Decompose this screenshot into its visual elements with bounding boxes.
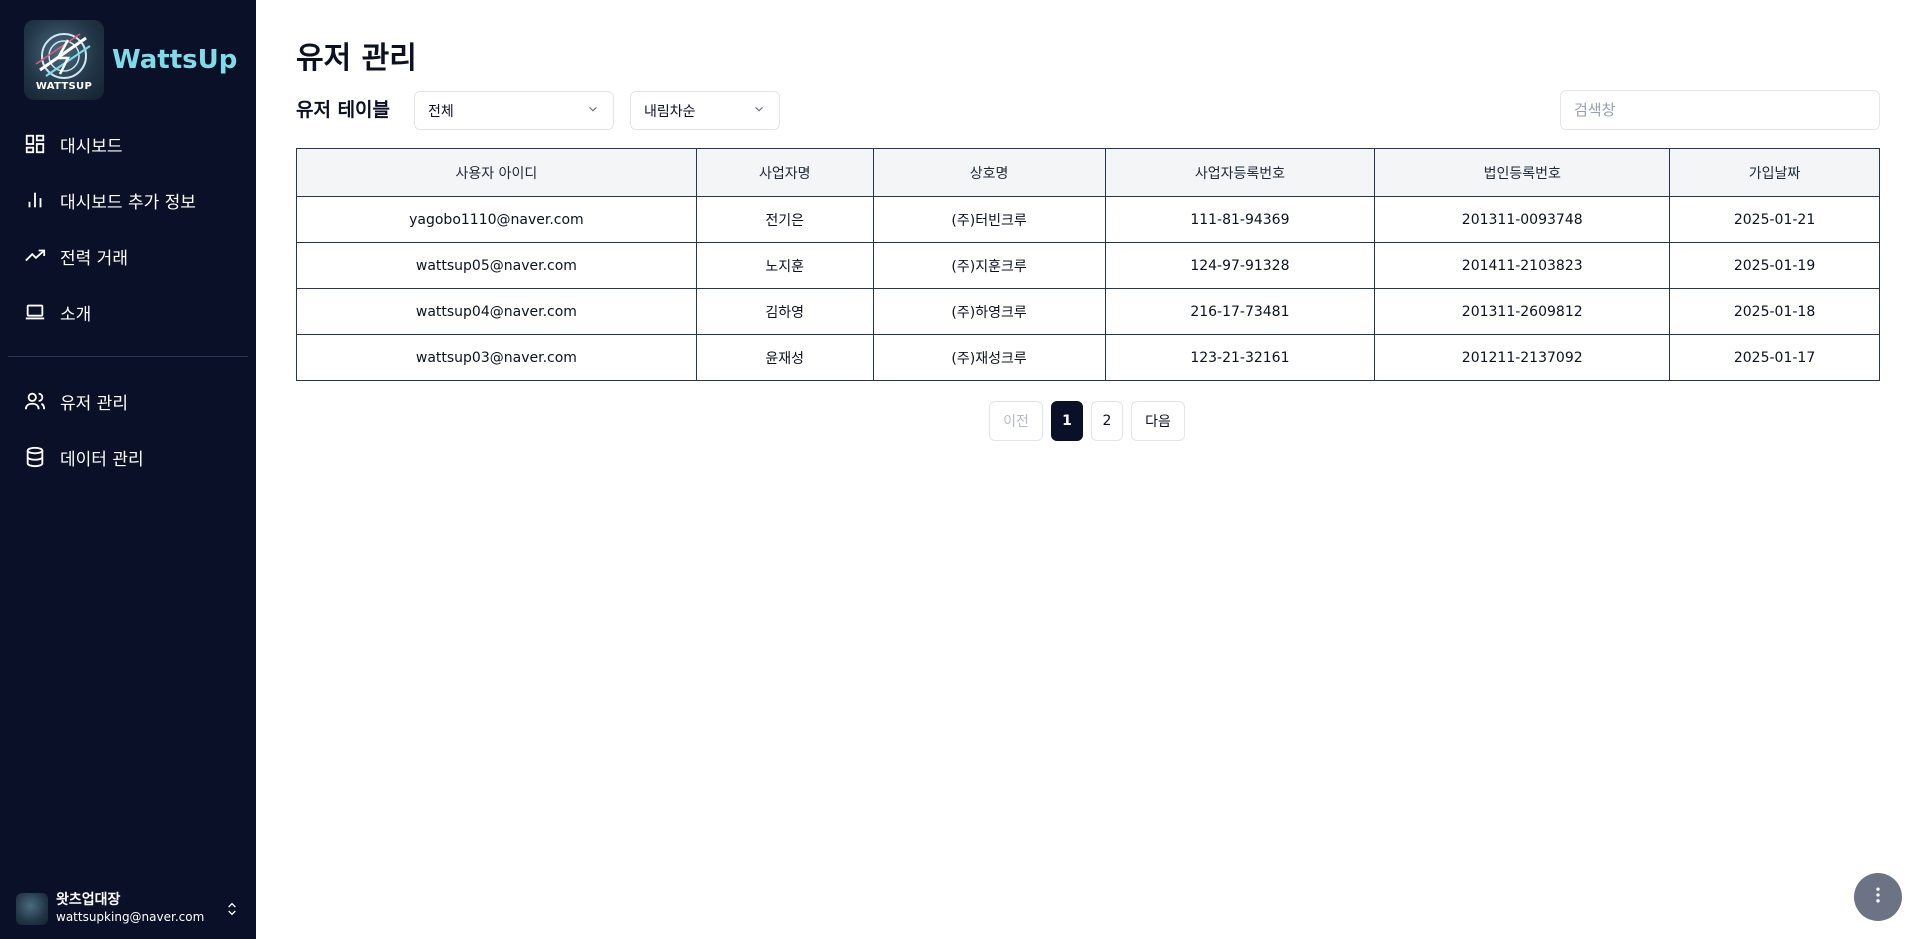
sidebar: WATTSUP WattsUp 대시보드 대시보드 추가 정보 전력 거래 소개…: [0, 0, 256, 939]
user-table: 사용자 아이디 사업자명 상호명 사업자등록번호 법인등록번호 가입날짜 yag…: [296, 148, 1880, 381]
laptop-icon: [24, 301, 46, 323]
cell-business-number: 124-97-91328: [1104, 242, 1376, 289]
logo-text: WATTSUP: [35, 81, 93, 92]
column-header[interactable]: 상호명: [872, 148, 1106, 197]
sidebar-item-about[interactable]: 소개: [24, 297, 91, 327]
cell-join-date: 2025-01-18: [1669, 288, 1880, 335]
user-name: 왓츠업대장: [56, 892, 121, 908]
database-icon: [24, 446, 46, 468]
chevron-down-icon: [586, 102, 600, 120]
table-title: 유저 테이블: [296, 99, 391, 121]
cell-user-id: wattsup05@naver.com: [296, 242, 697, 289]
sort-select-value: 내림차순: [644, 103, 696, 120]
dashboard-icon: [24, 133, 46, 155]
sidebar-item-user-management[interactable]: 유저 관리: [24, 386, 128, 416]
sidebar-divider: [8, 356, 248, 357]
filter-select[interactable]: 전체: [414, 91, 614, 130]
brand-logo: WATTSUP: [24, 20, 104, 100]
column-header[interactable]: 사용자 아이디: [296, 148, 697, 197]
table-row[interactable]: wattsup04@naver.com 김하영 (주)하영크루 216-17-7…: [296, 288, 1880, 335]
cell-join-date: 2025-01-17: [1669, 334, 1880, 381]
pagination: 이전 1 2 다음: [989, 401, 1193, 441]
page-title: 유저 관리: [296, 41, 417, 76]
cell-owner-name: 김하영: [695, 288, 874, 335]
prev-page-button[interactable]: 이전: [989, 401, 1043, 441]
cell-corporate-number: 201311-0093748: [1374, 196, 1671, 243]
sidebar-item-label: 대시보드 추가 정보: [60, 192, 196, 213]
more-vertical-icon: [1868, 885, 1888, 909]
chevrons-up-down-icon: [224, 901, 240, 917]
sidebar-item-data-management[interactable]: 데이터 관리: [24, 442, 144, 472]
column-header[interactable]: 사업자명: [695, 148, 874, 197]
trending-up-icon: [24, 245, 46, 267]
brand-name: WattsUp: [112, 45, 238, 75]
column-header[interactable]: 사업자등록번호: [1104, 148, 1376, 197]
sidebar-item-label: 대시보드: [60, 136, 123, 157]
sidebar-item-label: 소개: [60, 304, 92, 325]
sidebar-item-power-trading[interactable]: 전력 거래: [24, 241, 128, 271]
cell-business-number: 123-21-32161: [1104, 334, 1376, 381]
cell-corporate-number: 201411-2103823: [1374, 242, 1671, 289]
page-button-2[interactable]: 2: [1091, 401, 1123, 441]
table-row[interactable]: wattsup03@naver.com 윤재성 (주)재성크루 123-21-3…: [296, 334, 1880, 381]
table-row[interactable]: wattsup05@naver.com 노지훈 (주)지훈크루 124-97-9…: [296, 242, 1880, 289]
cell-company-name: (주)지훈크루: [872, 242, 1106, 289]
cell-user-id: yagobo1110@naver.com: [296, 196, 697, 243]
cell-owner-name: 전기은: [695, 196, 874, 243]
column-header[interactable]: 법인등록번호: [1374, 148, 1671, 197]
search-input[interactable]: [1560, 90, 1880, 130]
sidebar-item-dashboard-extra[interactable]: 대시보드 추가 정보: [24, 185, 196, 215]
cell-company-name: (주)터빈크루: [872, 196, 1106, 243]
cell-company-name: (주)하영크루: [872, 288, 1106, 335]
next-page-button[interactable]: 다음: [1131, 401, 1185, 441]
table-row[interactable]: yagobo1110@naver.com 전기은 (주)터빈크루 111-81-…: [296, 196, 1880, 243]
cell-corporate-number: 201311-2609812: [1374, 288, 1671, 335]
column-header[interactable]: 가입날짜: [1669, 148, 1880, 197]
user-email: wattsupking@naver.com: [56, 910, 205, 924]
cell-user-id: wattsup04@naver.com: [296, 288, 697, 335]
avatar: [16, 893, 48, 925]
cell-business-number: 216-17-73481: [1104, 288, 1376, 335]
more-options-button[interactable]: [1854, 873, 1902, 921]
user-menu[interactable]: 왓츠업대장 wattsupking@naver.com: [16, 890, 240, 928]
chevron-down-icon: [752, 102, 766, 120]
users-icon: [24, 390, 46, 412]
sidebar-item-label: 전력 거래: [60, 248, 128, 269]
table-header-row: 사용자 아이디 사업자명 상호명 사업자등록번호 법인등록번호 가입날짜: [296, 148, 1880, 197]
bar-chart-icon: [24, 189, 46, 211]
cell-join-date: 2025-01-21: [1669, 196, 1880, 243]
brand[interactable]: WATTSUP WattsUp: [24, 20, 237, 100]
sidebar-item-label: 유저 관리: [60, 393, 128, 414]
cell-user-id: wattsup03@naver.com: [296, 334, 697, 381]
sidebar-item-label: 데이터 관리: [60, 449, 144, 470]
user-info: 왓츠업대장 wattsupking@naver.com: [56, 892, 224, 926]
cell-join-date: 2025-01-19: [1669, 242, 1880, 289]
cell-business-number: 111-81-94369: [1104, 196, 1376, 243]
filter-select-value: 전체: [428, 103, 454, 120]
cell-company-name: (주)재성크루: [872, 334, 1106, 381]
cell-corporate-number: 201211-2137092: [1374, 334, 1671, 381]
page-button-1[interactable]: 1: [1051, 401, 1083, 441]
cell-owner-name: 노지훈: [695, 242, 874, 289]
sort-select[interactable]: 내림차순: [630, 91, 780, 130]
cell-owner-name: 윤재성: [695, 334, 874, 381]
sidebar-item-dashboard[interactable]: 대시보드: [24, 129, 123, 159]
